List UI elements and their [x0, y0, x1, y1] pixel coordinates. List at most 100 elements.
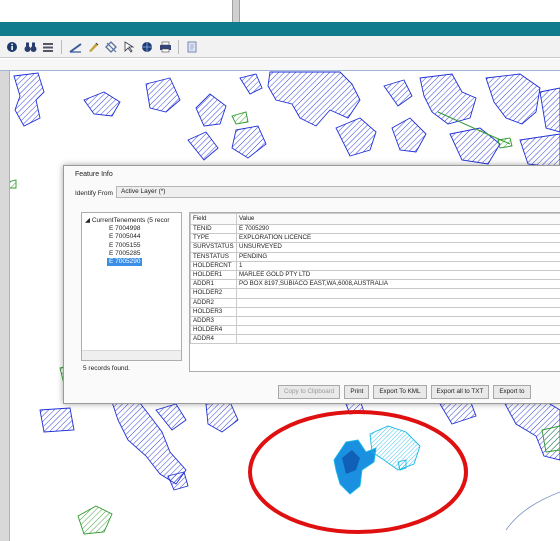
value-cell: PENDING	[235, 251, 560, 262]
draw-icon[interactable]	[85, 39, 101, 55]
export-icon[interactable]	[184, 39, 200, 55]
tree-item[interactable]: E 7005290	[107, 258, 143, 267]
table-row[interactable]: HOLDER3	[190, 306, 560, 317]
field-cell: ADDR1	[190, 279, 237, 290]
export-txt-button[interactable]: Export all to TXT	[430, 385, 490, 399]
value-cell	[235, 297, 560, 308]
value-cell: UNSURVEYED	[235, 242, 560, 253]
field-cell: TENSTATUS	[190, 251, 237, 262]
tree-item[interactable]: E 7005285	[107, 250, 142, 258]
tenement-polygon	[77, 505, 113, 535]
table-row[interactable]: ADDR2	[190, 297, 560, 308]
value-cell: PO BOX 8197,SUBIACO EAST,WA,6008,AUSTRAL…	[235, 279, 560, 290]
measure-icon[interactable]	[67, 39, 83, 55]
tenement-polygons	[13, 71, 560, 169]
attribute-grid: Field Value TENID E 7005290 TYPE EXPLORATIO…	[189, 212, 560, 372]
identify-from-label: Identify From	[75, 190, 113, 197]
table-row[interactable]: TYPE EXPLORATION LICENCE	[190, 233, 560, 244]
tree-item[interactable]: E 7005044	[107, 233, 142, 241]
value-cell: MARLEE GOLD PTY LTD	[235, 269, 560, 281]
tenement-highlight-hatch	[369, 425, 421, 471]
dialog-title: Feature Info	[75, 171, 113, 178]
tenement-polygon	[519, 133, 560, 169]
tenement-highlight-small	[397, 459, 407, 471]
value-cell: 1	[235, 260, 560, 271]
print-button[interactable]: Print	[344, 385, 370, 399]
tenement-polygon	[335, 117, 377, 157]
export-to-button[interactable]: Export to	[493, 385, 531, 399]
tenement-polygon	[39, 407, 75, 433]
tree-horizontal-scrollbar[interactable]	[82, 350, 181, 360]
tenement-polygon	[155, 403, 187, 431]
field-cell: ADDR4	[190, 334, 237, 345]
tree-item[interactable]: E 7004998	[107, 225, 142, 233]
road-line	[505, 491, 560, 531]
binoculars-icon[interactable]	[22, 39, 38, 55]
tenement-polygon	[267, 71, 361, 127]
window-left-edge	[0, 71, 10, 541]
dialog-buttons: Copy to Clipboard Print Export To KML Ex…	[278, 385, 531, 399]
tenement-polygon	[83, 91, 121, 117]
field-cell: HOLDERCNT	[190, 260, 237, 271]
highlighted-tenement	[333, 425, 421, 495]
layers-icon[interactable]	[40, 39, 56, 55]
value-cell: E 7005290	[235, 223, 560, 235]
tenement-polygon	[187, 131, 219, 161]
toolbar-separator	[178, 39, 179, 54]
tenement-polygon	[231, 125, 267, 159]
table-row[interactable]: TENID E 7005290	[190, 223, 560, 235]
tenement-polygon	[485, 73, 541, 125]
collapse-icon[interactable]: ◢	[85, 217, 90, 224]
table-row[interactable]: HOLDER1 MARLEE GOLD PTY LTD	[190, 269, 560, 281]
field-cell: HOLDER1	[190, 269, 237, 281]
tenement-polygon	[205, 401, 239, 433]
tenement-polygon	[145, 77, 181, 113]
identify-from-select[interactable]: Active Layer (*)	[116, 186, 560, 198]
window-edge	[232, 0, 240, 22]
globe-icon[interactable]	[139, 39, 155, 55]
field-cell: HOLDER3	[190, 306, 237, 317]
field-cell: HOLDER2	[190, 288, 237, 299]
select-icon[interactable]	[121, 39, 137, 55]
print-icon[interactable]	[157, 39, 173, 55]
field-cell: TYPE	[190, 233, 237, 244]
column-header-field: Field	[190, 213, 237, 225]
field-cell: ADDR2	[190, 297, 237, 308]
value-cell	[235, 334, 560, 345]
field-cell: ADDR3	[190, 315, 237, 327]
table-row[interactable]: SURVSTATUS UNSURVEYED	[190, 242, 560, 253]
grid-header-row: Field Value	[190, 213, 560, 225]
toolbar-separator	[61, 39, 62, 54]
title-bar	[0, 22, 560, 36]
tenement-polygon	[449, 127, 501, 165]
table-row[interactable]: HOLDER4	[190, 325, 560, 336]
tenement-polygon	[195, 93, 227, 127]
tree-root-label: CurrentTenements (5 recor	[91, 217, 170, 224]
tenement-polygon	[231, 111, 249, 125]
table-row[interactable]: HOLDERCNT 1	[190, 260, 560, 271]
tenement-polygon	[539, 87, 560, 133]
table-row[interactable]: ADDR1 PO BOX 8197,SUBIACO EAST,WA,6008,AU…	[190, 279, 560, 290]
record-tree[interactable]: ◢ CurrentTenements (5 recor E 7004998 E 7…	[81, 212, 182, 361]
tenement-polygon	[239, 73, 263, 95]
tenement-polygon	[383, 79, 413, 107]
tree-root[interactable]: ◢ CurrentTenements (5 recor	[85, 216, 169, 224]
field-cell: HOLDER4	[190, 325, 237, 336]
copy-to-clipboard-button[interactable]: Copy to Clipboard	[278, 385, 341, 399]
feature-info-dialog: Feature Info Identify From Active Layer …	[63, 165, 560, 404]
table-row[interactable]: ADDR4	[190, 334, 560, 345]
value-cell	[235, 325, 560, 336]
export-kml-button[interactable]: Export To KML	[373, 385, 427, 399]
table-row[interactable]: ADDR3	[190, 315, 560, 327]
clear-graphics-icon[interactable]	[103, 39, 119, 55]
tenement-polygon	[391, 117, 427, 153]
tenement-polygons-lower	[39, 397, 560, 491]
tree-item[interactable]: E 7005155	[107, 242, 142, 250]
window-top-strip	[0, 0, 560, 22]
table-row[interactable]: HOLDER2	[190, 288, 560, 299]
field-cell: SURVSTATUS	[190, 242, 237, 253]
table-row[interactable]: TENSTATUS PENDING	[190, 251, 560, 262]
tenement-polygon	[13, 72, 45, 127]
info-icon[interactable]	[4, 39, 20, 55]
value-cell	[235, 306, 560, 317]
